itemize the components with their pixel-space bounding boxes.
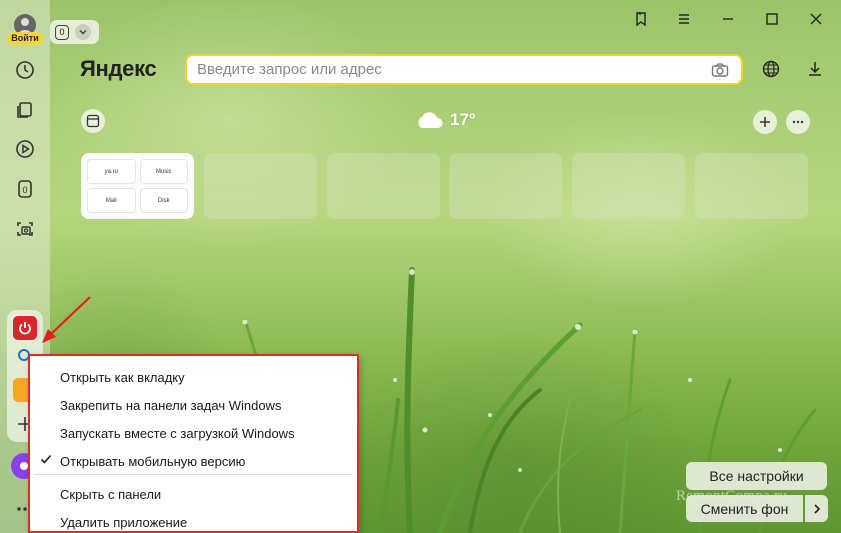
search-bar[interactable] [185, 54, 743, 85]
tile-empty[interactable] [327, 153, 440, 219]
close-icon[interactable] [805, 8, 827, 30]
menu-icon[interactable] [673, 8, 695, 30]
menu-item-delete[interactable]: Удалить приложение [60, 515, 187, 530]
menu-item-pin-taskbar[interactable]: Закрепить на панели задач Windows [60, 398, 281, 413]
menu-item-autostart[interactable]: Запускать вместе с загрузкой Windows [60, 426, 295, 441]
tile-empty[interactable] [572, 153, 685, 219]
globe-icon[interactable] [760, 58, 782, 80]
tile-link[interactable]: Disk [139, 188, 188, 213]
temperature: 17° [450, 110, 476, 129]
maximize-icon[interactable] [761, 8, 783, 30]
tile-link[interactable]: Music [139, 159, 188, 184]
bookmark-icon[interactable] [630, 8, 652, 30]
checkmark-icon [40, 452, 52, 470]
minimize-icon[interactable] [717, 8, 739, 30]
chevron-right-icon [813, 503, 820, 514]
all-settings-button[interactable]: Все настройки [686, 462, 827, 490]
context-menu: Открыть как вкладку Закрепить на панели … [28, 354, 359, 533]
menu-item-open-as-tab[interactable]: Открыть как вкладку [60, 370, 185, 385]
tile-empty[interactable] [449, 153, 562, 219]
menu-item-mobile-version[interactable]: Открывать мобильную версию [60, 454, 245, 469]
more-options-icon[interactable] [786, 110, 810, 134]
menu-item-hide[interactable]: Скрыть с панели [60, 487, 161, 502]
download-icon[interactable] [804, 58, 826, 80]
annotation-arrow [42, 296, 91, 343]
tile-empty[interactable] [204, 153, 317, 219]
camera-icon[interactable] [711, 62, 729, 83]
cloud-icon [418, 112, 443, 128]
tile-empty[interactable] [695, 153, 808, 219]
add-tile-icon[interactable] [753, 110, 777, 134]
menu-separator [34, 474, 353, 475]
next-background-button[interactable] [805, 495, 828, 522]
change-background-button[interactable]: Сменить фон [686, 495, 803, 522]
weather-widget[interactable]: 17° [414, 110, 476, 130]
search-input[interactable] [197, 61, 687, 78]
